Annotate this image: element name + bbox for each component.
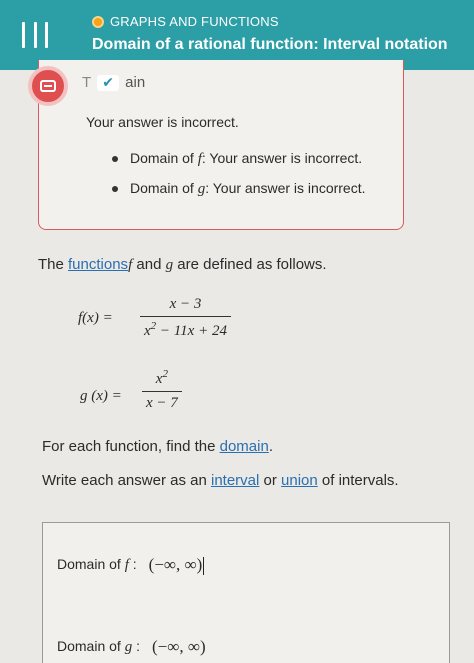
g-fraction: x2 x − 7 <box>142 368 182 412</box>
g-lhs: g (x) = <box>80 388 122 404</box>
union-link[interactable]: union <box>281 472 318 489</box>
menu-icon[interactable] <box>22 22 48 48</box>
f-fraction: x − 3 x2 − 11x + 24 <box>140 296 231 340</box>
chevron-down-icon[interactable]: ✔ <box>97 74 120 91</box>
answer-panel: Domain of f : (−∞, ∞) Domain of g : (−∞,… <box>42 522 450 663</box>
interval-link[interactable]: interval <box>211 472 259 489</box>
feedback-message: Your answer is incorrect. <box>86 114 239 130</box>
f-numerator: x − 3 <box>169 296 202 312</box>
f-lhs: f(x) = <box>78 310 113 326</box>
g-numerator: x2 <box>155 368 168 387</box>
topic-label: GRAPHS AND FUNCTIONS <box>110 14 279 29</box>
f-denominator: x2 − 11x + 24 <box>144 320 227 339</box>
list-item: Domain of g: Your answer is incorrect. <box>112 180 366 198</box>
explain-tab[interactable]: T ✔ ain <box>82 74 145 91</box>
domain-f-label: Domain of f : <box>57 556 137 574</box>
topic-line: GRAPHS AND FUNCTIONS <box>92 14 279 29</box>
domain-f-input[interactable]: (−∞, ∞) <box>145 553 209 577</box>
domain-link[interactable]: domain <box>220 438 269 455</box>
instruction-domain: For each function, find the domain. <box>42 438 273 455</box>
problem-intro: The functionsf and g are defined as foll… <box>38 256 327 273</box>
domain-g-label: Domain of g : <box>57 638 140 655</box>
g-denominator: x − 7 <box>146 395 178 411</box>
answer-row-f: Domain of f : (−∞, ∞) <box>57 553 208 577</box>
feedback-bubble-icon[interactable] <box>28 66 68 106</box>
answer-row-g: Domain of g : (−∞, ∞) <box>57 635 210 659</box>
topic-status-dot <box>92 15 104 28</box>
instruction-interval: Write each answer as an interval or unio… <box>42 472 399 489</box>
feedback-list: Domain of f: Your answer is incorrect. D… <box>112 150 366 210</box>
explain-tab-label-end: ain <box>125 74 146 91</box>
explain-tab-label-start: T <box>82 74 92 91</box>
functions-link[interactable]: functions <box>68 256 128 273</box>
list-item: Domain of f: Your answer is incorrect. <box>112 150 366 168</box>
page-title: Domain of a rational function: Interval … <box>92 36 448 53</box>
domain-g-input[interactable]: (−∞, ∞) <box>148 635 210 659</box>
